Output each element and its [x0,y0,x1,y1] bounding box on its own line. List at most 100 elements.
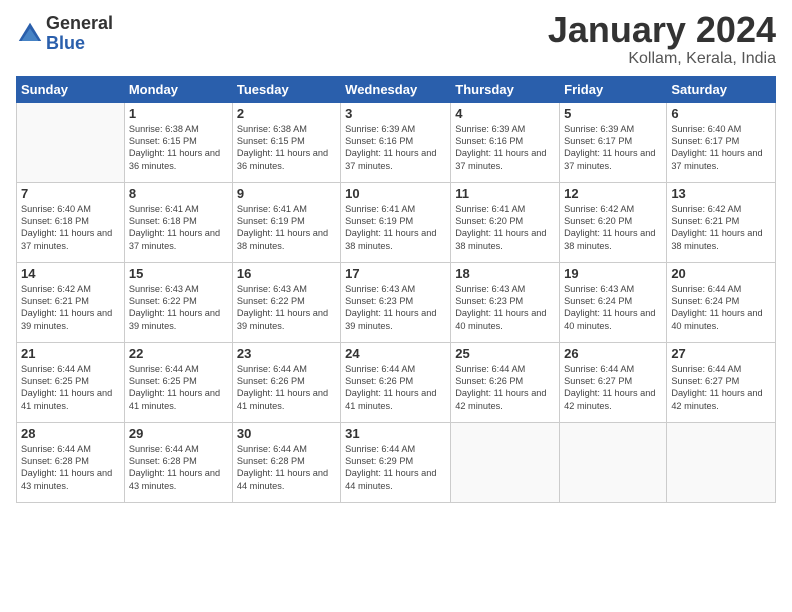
calendar-header: Sunday Monday Tuesday Wednesday Thursday… [17,76,776,102]
day-info: Sunrise: 6:42 AM Sunset: 6:20 PM Dayligh… [564,203,662,253]
day-number: 17 [345,266,446,281]
calendar-cell: 24 Sunrise: 6:44 AM Sunset: 6:26 PM Dayli… [341,342,451,422]
day-info: Sunrise: 6:38 AM Sunset: 6:15 PM Dayligh… [129,123,228,173]
day-info: Sunrise: 6:43 AM Sunset: 6:23 PM Dayligh… [455,283,555,333]
day-info: Sunrise: 6:39 AM Sunset: 6:16 PM Dayligh… [455,123,555,173]
day-info: Sunrise: 6:44 AM Sunset: 6:24 PM Dayligh… [671,283,771,333]
day-info: Sunrise: 6:44 AM Sunset: 6:27 PM Dayligh… [671,363,771,413]
day-number: 24 [345,346,446,361]
calendar-cell: 29Sunrise: 6:44 AM Sunset: 6:28 PM Dayli… [124,422,232,502]
week-row-2: 7 Sunrise: 6:40 AM Sunset: 6:18 PM Daylig… [17,182,776,262]
day-info: Sunrise: 6:44 AM Sunset: 6:27 PM Dayligh… [564,363,662,413]
day-number: 9 [237,186,336,201]
calendar-cell: 4Sunrise: 6:39 AM Sunset: 6:16 PM Daylig… [451,102,560,182]
calendar-cell: 2 Sunrise: 6:38 AM Sunset: 6:15 PM Daylig… [232,102,340,182]
calendar-cell: 12 Sunrise: 6:42 AM Sunset: 6:20 PM Dayli… [560,182,667,262]
day-number: 20 [671,266,771,281]
day-info: Sunrise: 6:43 AM Sunset: 6:22 PM Dayligh… [237,283,336,333]
day-info: Sunrise: 6:44 AM Sunset: 6:25 PM Dayligh… [129,363,228,413]
day-number: 12 [564,186,662,201]
day-info: Sunrise: 6:39 AM Sunset: 6:16 PM Dayligh… [345,123,446,173]
calendar-title: January 2024 [548,10,776,50]
page: General Blue January 2024 Kollam, Kerala… [0,0,792,612]
day-number: 13 [671,186,771,201]
calendar-cell: 7 Sunrise: 6:40 AM Sunset: 6:18 PM Daylig… [17,182,125,262]
day-info: Sunrise: 6:44 AM Sunset: 6:28 PM Dayligh… [21,443,120,493]
header-monday: Monday [124,76,232,102]
logo-general: General [46,14,113,34]
calendar-cell: 13 Sunrise: 6:42 AM Sunset: 6:21 PM Dayli… [667,182,776,262]
calendar-subtitle: Kollam, Kerala, India [548,50,776,68]
day-number: 3 [345,106,446,121]
calendar-cell [17,102,125,182]
day-number: 8 [129,186,228,201]
calendar-cell: 31 Sunrise: 6:44 AM Sunset: 6:29 PM Dayli… [341,422,451,502]
calendar-cell [560,422,667,502]
calendar-cell: 21 Sunrise: 6:44 AM Sunset: 6:25 PM Dayli… [17,342,125,422]
logo-text: General Blue [46,14,113,54]
calendar-cell: 17Sunrise: 6:43 AM Sunset: 6:23 PM Dayli… [341,262,451,342]
day-number: 22 [129,346,228,361]
calendar-cell: 10 Sunrise: 6:41 AM Sunset: 6:19 PM Dayli… [341,182,451,262]
day-number: 2 [237,106,336,121]
calendar-cell: 15Sunrise: 6:43 AM Sunset: 6:22 PM Dayli… [124,262,232,342]
day-number: 26 [564,346,662,361]
header-friday: Friday [560,76,667,102]
day-number: 16 [237,266,336,281]
day-number: 25 [455,346,555,361]
calendar-cell: 8 Sunrise: 6:41 AM Sunset: 6:18 PM Daylig… [124,182,232,262]
header-sunday: Sunday [17,76,125,102]
calendar-cell: 28 Sunrise: 6:44 AM Sunset: 6:28 PM Dayli… [17,422,125,502]
calendar-cell: 26 Sunrise: 6:44 AM Sunset: 6:27 PM Dayli… [560,342,667,422]
day-number: 23 [237,346,336,361]
day-info: Sunrise: 6:38 AM Sunset: 6:15 PM Dayligh… [237,123,336,173]
calendar-cell: 9 Sunrise: 6:41 AM Sunset: 6:19 PM Daylig… [232,182,340,262]
day-info: Sunrise: 6:44 AM Sunset: 6:26 PM Dayligh… [345,363,446,413]
logo-blue: Blue [46,34,113,54]
day-info: Sunrise: 6:41 AM Sunset: 6:19 PM Dayligh… [345,203,446,253]
day-info: Sunrise: 6:44 AM Sunset: 6:29 PM Dayligh… [345,443,446,493]
week-row-5: 28 Sunrise: 6:44 AM Sunset: 6:28 PM Dayli… [17,422,776,502]
calendar-cell [667,422,776,502]
day-number: 28 [21,426,120,441]
day-info: Sunrise: 6:40 AM Sunset: 6:18 PM Dayligh… [21,203,120,253]
calendar-cell: 16 Sunrise: 6:43 AM Sunset: 6:22 PM Dayli… [232,262,340,342]
calendar-cell: 6Sunrise: 6:40 AM Sunset: 6:17 PM Daylig… [667,102,776,182]
calendar-cell: 1 Sunrise: 6:38 AM Sunset: 6:15 PM Daylig… [124,102,232,182]
calendar-cell: 11Sunrise: 6:41 AM Sunset: 6:20 PM Dayli… [451,182,560,262]
day-number: 10 [345,186,446,201]
day-info: Sunrise: 6:42 AM Sunset: 6:21 PM Dayligh… [671,203,771,253]
day-number: 19 [564,266,662,281]
day-info: Sunrise: 6:44 AM Sunset: 6:26 PM Dayligh… [237,363,336,413]
day-number: 15 [129,266,228,281]
calendar-cell [451,422,560,502]
calendar-cell: 30Sunrise: 6:44 AM Sunset: 6:28 PM Dayli… [232,422,340,502]
day-number: 30 [237,426,336,441]
day-info: Sunrise: 6:44 AM Sunset: 6:28 PM Dayligh… [129,443,228,493]
week-row-1: 1 Sunrise: 6:38 AM Sunset: 6:15 PM Daylig… [17,102,776,182]
calendar-table: Sunday Monday Tuesday Wednesday Thursday… [16,76,776,503]
calendar-body: 1 Sunrise: 6:38 AM Sunset: 6:15 PM Daylig… [17,102,776,502]
title-block: January 2024 Kollam, Kerala, India [548,10,776,68]
day-info: Sunrise: 6:40 AM Sunset: 6:17 PM Dayligh… [671,123,771,173]
day-number: 14 [21,266,120,281]
day-number: 21 [21,346,120,361]
calendar-cell: 14Sunrise: 6:42 AM Sunset: 6:21 PM Dayli… [17,262,125,342]
calendar-cell: 25 Sunrise: 6:44 AM Sunset: 6:26 PM Dayli… [451,342,560,422]
day-number: 27 [671,346,771,361]
header-wednesday: Wednesday [341,76,451,102]
calendar-cell: 18 Sunrise: 6:43 AM Sunset: 6:23 PM Dayli… [451,262,560,342]
day-info: Sunrise: 6:41 AM Sunset: 6:19 PM Dayligh… [237,203,336,253]
header-tuesday: Tuesday [232,76,340,102]
day-number: 18 [455,266,555,281]
day-info: Sunrise: 6:44 AM Sunset: 6:26 PM Dayligh… [455,363,555,413]
calendar-cell: 19Sunrise: 6:43 AM Sunset: 6:24 PM Dayli… [560,262,667,342]
day-number: 31 [345,426,446,441]
day-number: 7 [21,186,120,201]
calendar-cell: 27 Sunrise: 6:44 AM Sunset: 6:27 PM Dayli… [667,342,776,422]
day-info: Sunrise: 6:44 AM Sunset: 6:25 PM Dayligh… [21,363,120,413]
day-number: 1 [129,106,228,121]
header-row: Sunday Monday Tuesday Wednesday Thursday… [17,76,776,102]
header: General Blue January 2024 Kollam, Kerala… [16,10,776,68]
day-info: Sunrise: 6:41 AM Sunset: 6:18 PM Dayligh… [129,203,228,253]
